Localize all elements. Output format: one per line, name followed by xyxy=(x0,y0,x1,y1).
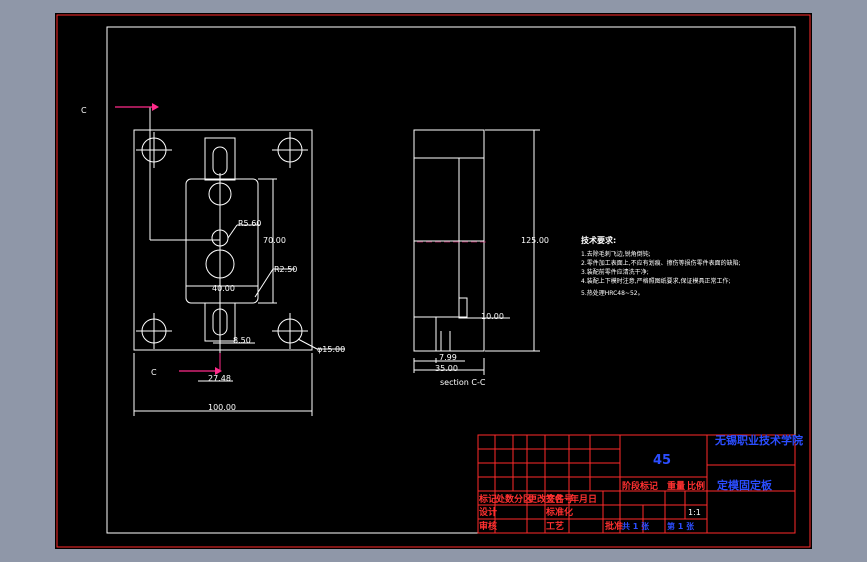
tb-cell: 批准 xyxy=(605,520,623,532)
hatch-upper xyxy=(413,157,460,242)
dim-phi15-00: φ15.00 xyxy=(317,345,345,354)
dim-35-00: 35.00 xyxy=(435,364,458,373)
sheet-total: 共 1 张 xyxy=(622,521,650,531)
section-caption: section C-C xyxy=(440,378,486,387)
dim-27-48: 27.48 xyxy=(208,374,231,383)
note-line: 1.去除毛刺飞边,锐角倒钝; xyxy=(581,250,651,258)
tb-cell: 审核 xyxy=(479,520,497,532)
scale: 1:1 xyxy=(688,508,701,517)
tb-cell: 重量 xyxy=(667,480,685,492)
tb-cell: 工艺 xyxy=(546,520,564,532)
drawing-canvas: C C R5.60 70.00 R2.50 40.00 8.50 φ15.00 … xyxy=(55,13,812,549)
dim-r2-50: R2.50 xyxy=(274,265,297,274)
section-label-bottom: C xyxy=(151,368,157,377)
technical-notes: 技术要求: 1.去除毛刺飞边,锐角倒钝; 2.零件加工表面上,不应有划痕、擦伤等… xyxy=(581,235,741,297)
sheet-number: 第 1 张 xyxy=(667,521,695,531)
dim-8-50: 8.50 xyxy=(233,336,251,345)
note-line: 3.装配前零件应清洗干净; xyxy=(581,268,649,276)
tb-cell: 年月日 xyxy=(570,493,597,505)
arrowhead-top xyxy=(152,103,159,111)
material: 45 xyxy=(653,453,671,468)
hatch-lower xyxy=(413,240,460,318)
dim-70-00: 70.00 xyxy=(263,236,286,245)
tb-cell: 处数 xyxy=(495,493,515,505)
dim-40-00: 40.00 xyxy=(212,284,235,293)
front-view: C C R5.60 70.00 R2.50 40.00 8.50 φ15.00 … xyxy=(81,103,345,416)
notes-title: 技术要求: xyxy=(581,235,616,245)
top-slot-oblong xyxy=(212,146,228,176)
dim-7-99: 7.99 xyxy=(439,353,457,362)
note-line: 5.热处理HRC48~52。 xyxy=(581,289,644,297)
tb-cell: 阶段标记 xyxy=(622,480,658,492)
note-line: 2.零件加工表面上,不应有划痕、擦伤等损伤零件表面的缺陷; xyxy=(581,259,741,267)
section-label-top: C xyxy=(81,106,87,115)
section-view: 125.00 10.00 7.99 35.00 section C-C xyxy=(413,129,549,387)
dim-r5-60: R5.60 xyxy=(238,219,261,228)
cad-drawing: C C R5.60 70.00 R2.50 40.00 8.50 φ15.00 … xyxy=(56,14,811,548)
tb-cell: 设计 xyxy=(479,506,497,518)
title-block: 45 无锡职业技术学院 定模固定板 标记 处数 分区 更改文件号 签名 年月日 … xyxy=(477,433,803,534)
tb-cell: 比例 xyxy=(687,480,705,492)
dim-125-00: 125.00 xyxy=(521,236,549,245)
part-name: 定模固定板 xyxy=(717,478,773,492)
tb-cell: 签名 xyxy=(545,493,564,505)
dim-100-00: 100.00 xyxy=(208,403,236,412)
tb-cell: 标记 xyxy=(478,493,497,505)
step-feature xyxy=(458,297,468,319)
school-name: 无锡职业技术学院 xyxy=(714,433,803,447)
note-line: 4.装配上下模时注意,严格照图纸要求,保证模具正常工作; xyxy=(581,277,731,285)
tb-cell: 标准化 xyxy=(545,506,573,518)
dim-10-00: 10.00 xyxy=(481,312,504,321)
